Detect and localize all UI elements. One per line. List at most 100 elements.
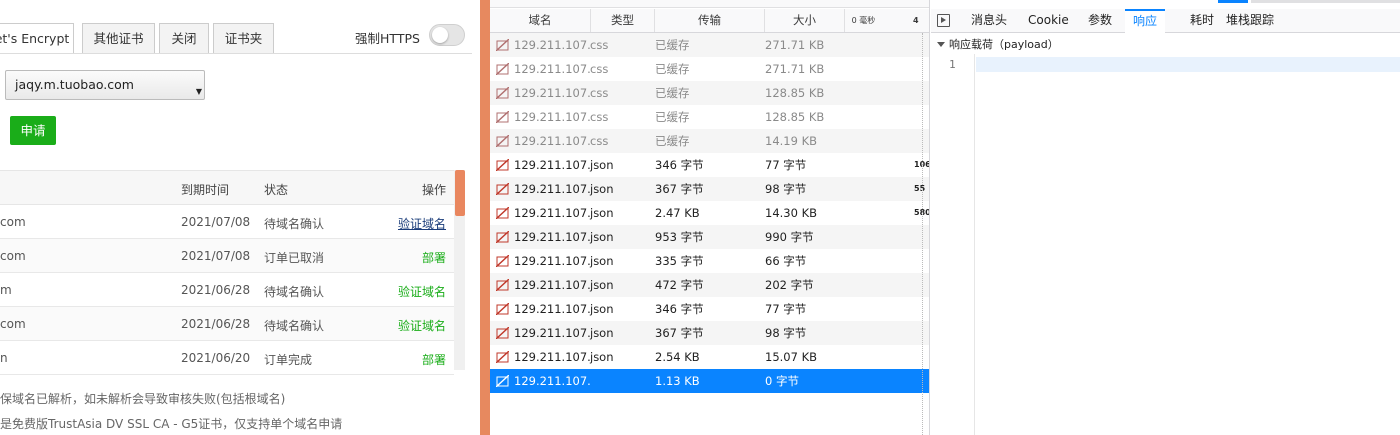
- cell-expire: 2021/06/20: [181, 351, 251, 365]
- tab-params[interactable]: 参数: [1080, 9, 1120, 33]
- request-domain: 129.211.107....: [514, 86, 590, 100]
- editor-active-line[interactable]: [976, 57, 1400, 72]
- request-row[interactable]: 129.211.107.... 1.13 KB 0 字节: [490, 369, 929, 393]
- col-domain[interactable]: 域名: [490, 9, 591, 32]
- request-row[interactable]: 129.211.107....css 已缓存 14.19 KB: [490, 129, 929, 153]
- toolbar-strip: [1251, 0, 1400, 3]
- col-size[interactable]: 大小: [765, 9, 845, 32]
- tab-stack-trace[interactable]: 堆栈跟踪: [1218, 9, 1282, 33]
- blocked-request-icon: [496, 351, 509, 363]
- table-scroll-thumb[interactable]: [455, 170, 465, 216]
- blocked-request-icon: [496, 111, 509, 123]
- request-row[interactable]: 129.211.107....css 已缓存 128.85 KB: [490, 81, 929, 105]
- col-transferred[interactable]: 传输: [655, 9, 765, 32]
- force-https-toggle[interactable]: [429, 24, 465, 46]
- waterfall-tick: 4: [913, 16, 919, 25]
- request-row[interactable]: 129.211.107....css 已缓存 128.85 KB: [490, 105, 929, 129]
- request-type: css: [590, 134, 609, 148]
- verify-domain-link[interactable]: 验证域名: [398, 317, 446, 334]
- toggle-knob: [432, 27, 448, 43]
- tab-response[interactable]: 响应: [1125, 9, 1166, 33]
- request-waterfall-label: 55: [914, 184, 926, 193]
- select-arrow-icon: ▼: [195, 87, 202, 96]
- request-domain: 129.211.107....: [514, 302, 590, 316]
- col-waterfall[interactable]: 0 毫秒: [845, 9, 882, 32]
- blocked-request-icon: [496, 327, 509, 339]
- blocked-request-icon: [496, 303, 509, 315]
- request-size: 98 字节: [765, 326, 807, 340]
- request-transferred: 2.47 KB: [655, 206, 700, 220]
- deploy-link[interactable]: 部署: [422, 351, 446, 368]
- apply-button[interactable]: 申请: [10, 116, 56, 145]
- tab-cert-folder[interactable]: 证书夹: [213, 23, 274, 53]
- note-dns: 保域名已解析，如未解析会导致审核失败(包括根域名): [0, 392, 286, 406]
- col-type[interactable]: 类型: [591, 9, 655, 32]
- request-transferred: 已缓存: [655, 86, 690, 100]
- tab-cookie[interactable]: Cookie: [1020, 9, 1077, 33]
- request-transferred: 346 字节: [655, 302, 704, 316]
- request-size: 15.07 KB: [765, 350, 818, 364]
- toggle-sidebar-icon[interactable]: [937, 14, 950, 27]
- cell-domain: n: [0, 351, 8, 365]
- blocked-request-icon: [496, 39, 509, 51]
- request-size: 271.71 KB: [765, 38, 825, 52]
- cert-table-header: 到期时间 状态 操作: [0, 170, 454, 205]
- note-free-cert: 是免费版TrustAsia DV SSL CA - G5证书，仅支持单个域名申请: [0, 417, 343, 431]
- request-domain: 129.211.107....: [514, 326, 590, 340]
- request-row[interactable]: 129.211.107....css 已缓存 271.71 KB: [490, 33, 929, 57]
- request-type: json: [590, 230, 614, 244]
- request-size: 128.85 KB: [765, 86, 825, 100]
- request-type: json: [590, 278, 614, 292]
- network-toolbar: [490, 0, 929, 8]
- pane-divider[interactable]: [480, 0, 490, 435]
- request-type: json: [590, 158, 614, 172]
- request-type: json: [590, 350, 614, 364]
- table-row: m 2021/06/28 待域名确认 验证域名: [0, 273, 454, 307]
- request-row[interactable]: 129.211.107....json346 字节77 字节106: [490, 153, 929, 177]
- request-domain: 129.211.107....: [514, 278, 590, 292]
- request-domain: 129.211.107....: [514, 182, 590, 196]
- request-domain: 129.211.107....: [514, 350, 590, 364]
- request-row[interactable]: 129.211.107....json 472 字节 202 字节: [490, 273, 929, 297]
- request-row[interactable]: 129.211.107....json 335 字节 66 字节: [490, 249, 929, 273]
- request-row[interactable]: 129.211.107....json 346 字节 77 字节: [490, 297, 929, 321]
- table-row: n 2021/06/20 订单完成 部署: [0, 341, 454, 375]
- web-page-pane: et's Encrypt 其他证书 关闭 证书夹 强制HTTPS jaqy.m.…: [0, 0, 480, 435]
- network-column-header: 域名 类型 传输 大小 0 毫秒 4: [490, 9, 929, 33]
- request-domain: 129.211.107....: [514, 110, 590, 124]
- request-domain: 129.211.107....: [514, 254, 590, 268]
- cell-domain: com: [0, 249, 26, 263]
- blocked-request-icon: [496, 135, 509, 147]
- header-status: 状态: [264, 183, 289, 197]
- tab-close[interactable]: 关闭: [159, 23, 209, 53]
- deploy-link[interactable]: 部署: [422, 249, 446, 266]
- request-row[interactable]: 129.211.107....json 2.54 KB 15.07 KB: [490, 345, 929, 369]
- verify-domain-link[interactable]: 验证域名: [398, 215, 446, 232]
- request-row[interactable]: 129.211.107....json 367 字节 98 字节 55: [490, 177, 929, 201]
- verify-domain-link[interactable]: 验证域名: [398, 283, 446, 300]
- domain-select[interactable]: jaqy.m.tuobao.com ▼: [5, 70, 205, 100]
- tab-headers[interactable]: 消息头: [963, 9, 1015, 33]
- request-row[interactable]: 129.211.107....css 已缓存 271.71 KB: [490, 57, 929, 81]
- blocked-request-icon: [496, 63, 509, 75]
- payload-title: 响应载荷（payload）: [949, 38, 1059, 51]
- cell-domain: com: [0, 215, 26, 229]
- tab-lets-encrypt[interactable]: et's Encrypt: [0, 23, 74, 53]
- tab-other-certs[interactable]: 其他证书: [82, 23, 155, 53]
- request-transferred: 953 字节: [655, 230, 704, 244]
- request-domain: 129.211.107....: [514, 206, 590, 220]
- request-row[interactable]: 129.211.107....json2.47 KB14.30 KB580: [490, 201, 929, 225]
- request-domain: 129.211.107....: [514, 62, 590, 76]
- request-row[interactable]: 129.211.107....json 953 字节 990 字节: [490, 225, 929, 249]
- request-type: css: [590, 86, 609, 100]
- details-tabs: 消息头 Cookie 参数 响应 耗时 堆栈跟踪: [931, 9, 1400, 33]
- tab-timings[interactable]: 耗时: [1182, 9, 1222, 33]
- request-type: json: [590, 254, 614, 268]
- cell-status: 订单已取消: [264, 251, 325, 265]
- payload-section-header[interactable]: 响应载荷（payload）: [937, 36, 1059, 52]
- cell-expire: 2021/07/08: [181, 215, 251, 229]
- request-size: 98 字节: [765, 182, 807, 196]
- header-expire: 到期时间: [181, 183, 230, 197]
- request-row[interactable]: 129.211.107....json 367 字节 98 字节: [490, 321, 929, 345]
- request-type: json: [590, 206, 614, 220]
